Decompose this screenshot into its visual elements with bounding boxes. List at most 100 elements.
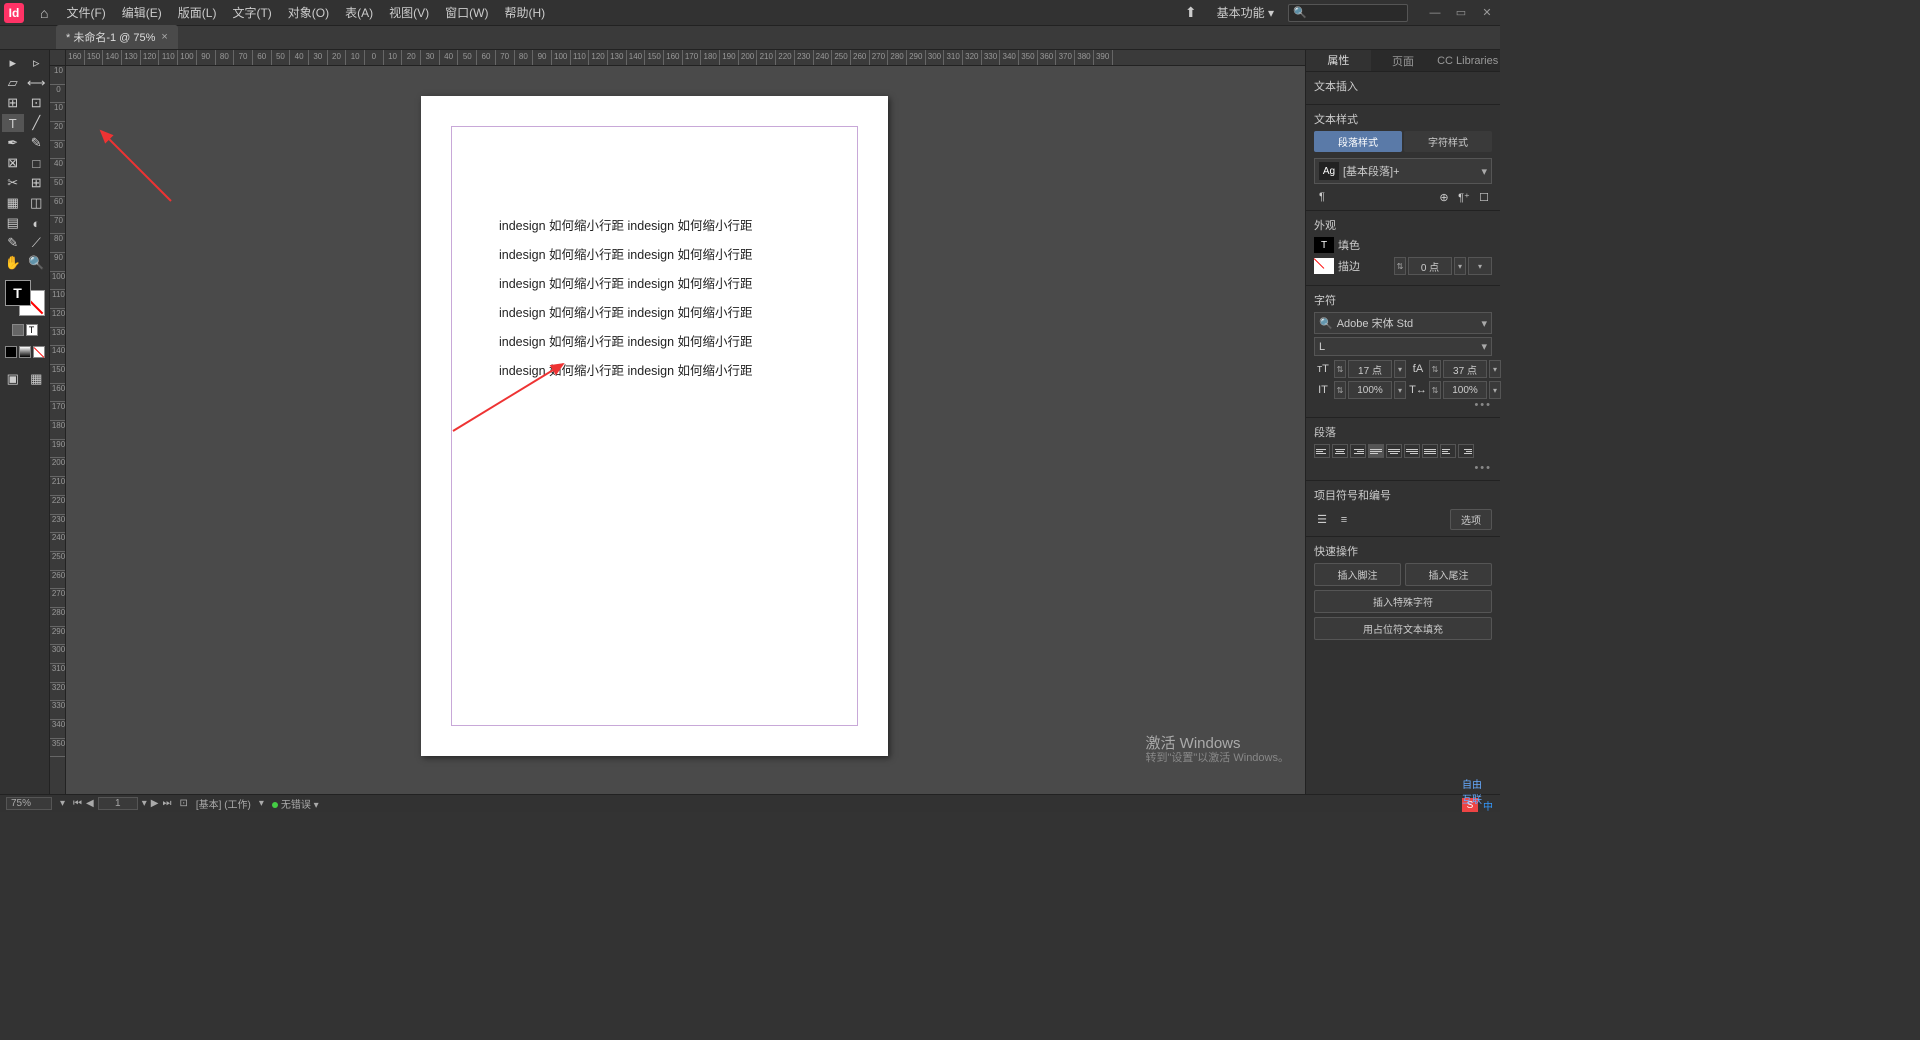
text-line[interactable]: indesign 如何缩小行距 indesign 如何缩小行距	[499, 357, 810, 386]
align-toward-spine[interactable]	[1440, 444, 1456, 458]
line-tool[interactable]: ╱	[26, 114, 48, 132]
menu-edit[interactable]: 编辑(E)	[114, 0, 170, 25]
text-line[interactable]: indesign 如何缩小行距 indesign 如何缩小行距	[499, 299, 810, 328]
gradient-tool[interactable]: ▦	[2, 194, 24, 212]
maximize-icon[interactable]: ▭	[1452, 6, 1470, 20]
menu-table[interactable]: 表(A)	[337, 0, 381, 25]
more-options-icon[interactable]: •••	[1314, 399, 1492, 411]
fill-placeholder-button[interactable]: 用占位符文本填充	[1314, 617, 1492, 640]
hscale-input[interactable]: 100%	[1443, 381, 1487, 399]
rectangle-frame-tool[interactable]: ⊠	[2, 154, 24, 172]
menu-view[interactable]: 视图(V)	[381, 0, 437, 25]
scissors-tool[interactable]: ✂	[2, 174, 24, 192]
search-input[interactable]: 🔍	[1288, 4, 1408, 22]
page[interactable]: indesign 如何缩小行距 indesign 如何缩小行距indesign …	[421, 96, 888, 756]
canvas[interactable]: indesign 如何缩小行距 indesign 如何缩小行距indesign …	[66, 66, 1305, 794]
zoom-level[interactable]: 75%	[6, 797, 52, 810]
pen-tool[interactable]: ✒	[2, 134, 24, 152]
eyedropper-tool[interactable]: ✎	[2, 234, 24, 252]
stroke-weight-input[interactable]: 0 点	[1408, 257, 1452, 275]
tab-close-icon[interactable]: ×	[161, 31, 167, 43]
menu-type[interactable]: 文字(T)	[224, 0, 279, 25]
hand-tool[interactable]: ✋	[2, 254, 24, 272]
text-line[interactable]: indesign 如何缩小行距 indesign 如何缩小行距	[499, 241, 810, 270]
justify-left[interactable]	[1368, 444, 1384, 458]
apply-none[interactable]	[33, 346, 45, 358]
preflight-status[interactable]: 无错误	[281, 800, 311, 811]
horizontal-ruler[interactable]: 1601501401301201101009080706050403020100…	[50, 50, 1305, 66]
menu-object[interactable]: 对象(O)	[280, 0, 337, 25]
selection-tool[interactable]: ▸	[2, 54, 24, 72]
tab-cc-libraries[interactable]: CC Libraries	[1435, 50, 1500, 71]
gap-tool[interactable]: ⟷	[26, 74, 48, 92]
apply-gradient[interactable]	[19, 346, 31, 358]
insert-footnote-button[interactable]: 插入脚注	[1314, 563, 1401, 586]
view-mode-normal[interactable]: ▣	[2, 370, 24, 388]
menu-file[interactable]: 文件(F)	[58, 0, 113, 25]
direct-selection-tool[interactable]: ▹	[26, 54, 48, 72]
measure-tool[interactable]: ⟋	[26, 234, 48, 252]
fill-stroke-swatch[interactable]: T	[5, 280, 45, 316]
leading-input[interactable]: 37 点	[1443, 360, 1487, 378]
character-style-tab[interactable]: 字符样式	[1404, 131, 1492, 152]
align-center[interactable]	[1332, 444, 1348, 458]
stroke-stepper[interactable]: ⇅	[1394, 257, 1406, 275]
paragraph-style-tab[interactable]: 段落样式	[1314, 131, 1402, 152]
fill-swatch[interactable]: T	[5, 280, 31, 306]
tab-properties[interactable]: 属性	[1306, 50, 1371, 71]
text-line[interactable]: indesign 如何缩小行距 indesign 如何缩小行距	[499, 328, 810, 357]
paragraph-style-dropdown[interactable]: Ag [基本段落]+ ▾	[1314, 158, 1492, 184]
justify-all[interactable]	[1422, 444, 1438, 458]
document-tab[interactable]: * 未命名-1 @ 75% ×	[56, 25, 178, 49]
text-line[interactable]: indesign 如何缩小行距 indesign 如何缩小行距	[499, 212, 810, 241]
stroke-type-dd[interactable]: ▾	[1468, 257, 1492, 275]
transform-tool[interactable]: ⊞	[26, 174, 48, 192]
text-frame[interactable]: indesign 如何缩小行距 indesign 如何缩小行距indesign …	[499, 212, 810, 386]
font-style-dropdown[interactable]: L▾	[1314, 337, 1492, 356]
ruler-origin[interactable]	[50, 50, 66, 66]
align-left[interactable]	[1314, 444, 1330, 458]
menu-help[interactable]: 帮助(H)	[496, 0, 553, 25]
share-icon[interactable]: ⬆	[1179, 4, 1203, 21]
bullets-options-button[interactable]: 选项	[1450, 509, 1492, 530]
page-number-input[interactable]: 1	[98, 797, 138, 810]
type-tool[interactable]: T	[2, 114, 24, 132]
close-icon[interactable]: ✕	[1478, 6, 1496, 20]
more-para-icon[interactable]: •••	[1314, 462, 1492, 474]
align-away-spine[interactable]	[1458, 444, 1474, 458]
first-page-icon[interactable]: ⏮	[73, 798, 82, 809]
workspace-dropdown[interactable]: 基本功能 ▾	[1211, 2, 1280, 23]
justify-right[interactable]	[1404, 444, 1420, 458]
insert-endnote-button[interactable]: 插入尾注	[1405, 563, 1492, 586]
numbering-icon[interactable]: ≡	[1336, 513, 1352, 527]
vscale-input[interactable]: 100%	[1348, 381, 1392, 399]
content-placer[interactable]: ⊡	[26, 94, 48, 112]
view-mode-preview[interactable]: ▦	[26, 370, 48, 388]
minimize-icon[interactable]: —	[1426, 6, 1444, 20]
delete-style-icon[interactable]: ☐	[1476, 190, 1492, 204]
new-style-icon[interactable]: ⊕	[1436, 190, 1452, 204]
stroke-dd[interactable]: ▾	[1454, 257, 1466, 275]
menu-window[interactable]: 窗口(W)	[437, 0, 496, 25]
open-dialog-icon[interactable]: ⊡	[179, 798, 187, 809]
stroke-color-icon[interactable]	[1314, 258, 1334, 274]
format-container[interactable]	[12, 324, 24, 336]
apply-color[interactable]	[5, 346, 17, 358]
size-stepper[interactable]: ⇅	[1334, 360, 1346, 378]
para-indent-icon[interactable]: ¶	[1314, 190, 1330, 204]
vertical-ruler[interactable]: 1001020304050607080901001101201301401501…	[50, 66, 66, 794]
format-text[interactable]: T	[26, 324, 38, 336]
rectangle-tool[interactable]: □	[26, 154, 48, 172]
page-tool[interactable]: ▱	[2, 74, 24, 92]
insert-special-char-button[interactable]: 插入特殊字符	[1314, 590, 1492, 613]
zoom-tool[interactable]: 🔍	[26, 254, 48, 272]
font-size-input[interactable]: 17 点	[1348, 360, 1392, 378]
color-theme-tool[interactable]: ◐	[26, 214, 48, 232]
last-page-icon[interactable]: ⏭	[162, 798, 171, 809]
text-line[interactable]: indesign 如何缩小行距 indesign 如何缩小行距	[499, 270, 810, 299]
font-family-dropdown[interactable]: 🔍Adobe 宋体 Std▾	[1314, 312, 1492, 334]
leading-stepper[interactable]: ⇅	[1429, 360, 1441, 378]
tab-pages[interactable]: 页面	[1371, 50, 1436, 71]
note-tool[interactable]: ▤	[2, 214, 24, 232]
bullets-icon[interactable]: ☰	[1314, 513, 1330, 527]
